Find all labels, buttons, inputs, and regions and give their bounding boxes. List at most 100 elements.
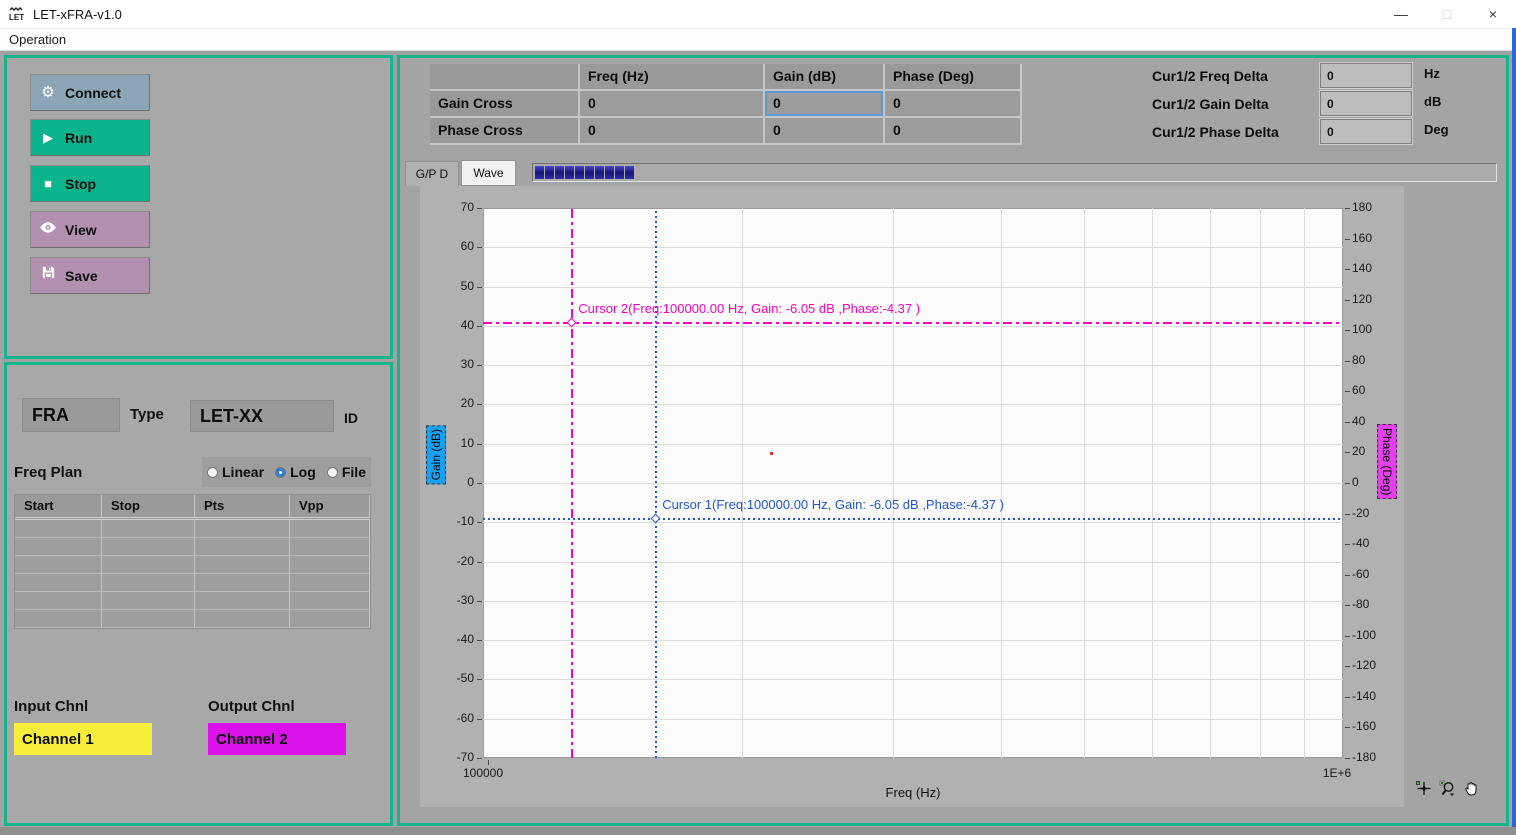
phase-delta-field[interactable]: 0 bbox=[1320, 119, 1412, 144]
freq-plan-cell[interactable] bbox=[290, 556, 370, 574]
freq-plan-cell[interactable] bbox=[102, 520, 195, 538]
cross-col-phase: Phase (Deg) bbox=[885, 64, 1022, 91]
input-channel-label: Input Chnl bbox=[14, 698, 88, 715]
radio-file[interactable]: File bbox=[327, 464, 366, 480]
zoom-tool-icon[interactable] bbox=[1439, 780, 1456, 797]
gain-cross-row: Gain Cross 0 0 0 bbox=[430, 91, 1022, 118]
freq-plan-cell[interactable] bbox=[15, 556, 102, 574]
freq-delta-field[interactable]: 0 bbox=[1320, 63, 1412, 88]
phase-cross-gain[interactable]: 0 bbox=[765, 118, 885, 145]
cross-table-header: Freq (Hz) Gain (dB) Phase (Deg) bbox=[430, 64, 1022, 91]
radio-linear-label: Linear bbox=[222, 464, 264, 480]
crosshair-tool-icon[interactable] bbox=[1415, 780, 1432, 797]
play-icon: ▶ bbox=[31, 119, 65, 156]
radio-file-label: File bbox=[342, 464, 366, 480]
app-icon: LET bbox=[8, 5, 26, 23]
freq-plan-cell[interactable] bbox=[290, 538, 370, 556]
freq-plan-cell[interactable] bbox=[290, 574, 370, 592]
device-id-label: ID bbox=[344, 410, 358, 426]
output-channel-select[interactable]: Channel 2 bbox=[208, 723, 346, 755]
freq-plan-cell[interactable] bbox=[195, 610, 290, 628]
phase-axis-label: Phase (Deg) bbox=[1377, 424, 1397, 499]
freq-plan-table: Start Stop Pts Vpp bbox=[14, 494, 371, 629]
window-edge-accent bbox=[1512, 28, 1516, 835]
radio-linear[interactable]: Linear bbox=[207, 464, 264, 480]
view-button[interactable]: View bbox=[30, 211, 150, 248]
radio-log[interactable]: Log bbox=[275, 464, 316, 480]
menu-item-operation[interactable]: Operation bbox=[9, 32, 66, 47]
stop-button-label: Stop bbox=[65, 176, 96, 192]
radio-file-dot bbox=[327, 467, 338, 478]
phase-cross-phase[interactable]: 0 bbox=[885, 118, 1022, 145]
gain-delta-field[interactable]: 0 bbox=[1320, 91, 1412, 116]
freq-plan-cell[interactable] bbox=[102, 592, 195, 610]
freq-plan-cell[interactable] bbox=[102, 556, 195, 574]
tab-gpd[interactable]: G/P D bbox=[405, 161, 459, 186]
gain-cross-label: Gain Cross bbox=[430, 91, 580, 118]
gain-delta-unit: dB bbox=[1424, 94, 1441, 109]
progress-segment bbox=[615, 166, 624, 179]
gain-delta-label: Cur1/2 Gain Delta bbox=[1152, 96, 1269, 112]
cross-col-gain: Gain (dB) bbox=[765, 64, 885, 91]
device-id-field[interactable]: LET-XX bbox=[190, 400, 334, 432]
title-bar: LET LET-xFRA-v1.0 — □ × bbox=[0, 0, 1516, 28]
close-button[interactable]: × bbox=[1470, 0, 1516, 28]
freq-plan-cell[interactable] bbox=[15, 538, 102, 556]
radio-linear-dot bbox=[207, 467, 218, 478]
freq-plan-row bbox=[15, 574, 370, 592]
plot-area bbox=[483, 208, 1343, 758]
phase-cross-freq[interactable]: 0 bbox=[580, 118, 765, 145]
stop-button[interactable]: ■ Stop bbox=[30, 165, 150, 202]
gain-cross-phase[interactable]: 0 bbox=[885, 91, 1022, 118]
minimize-button[interactable]: — bbox=[1378, 0, 1424, 28]
connect-button[interactable]: ⚙ Connect bbox=[30, 74, 150, 111]
connect-button-label: Connect bbox=[65, 85, 121, 101]
floppy-icon bbox=[31, 257, 65, 294]
run-button[interactable]: ▶ Run bbox=[30, 119, 150, 156]
freq-plan-cell[interactable] bbox=[195, 556, 290, 574]
stop-icon: ■ bbox=[31, 165, 65, 202]
freq-plan-cell[interactable] bbox=[195, 574, 290, 592]
freq-plan-cell[interactable] bbox=[102, 574, 195, 592]
view-button-label: View bbox=[65, 222, 97, 238]
progress-segment bbox=[555, 166, 564, 179]
freq-plan-cell[interactable] bbox=[195, 520, 290, 538]
input-channel-select[interactable]: Channel 1 bbox=[14, 723, 152, 755]
freq-plan-cell[interactable] bbox=[15, 592, 102, 610]
freq-plan-col-vpp: Vpp bbox=[290, 495, 370, 517]
freq-plan-row bbox=[15, 556, 370, 574]
cross-col-blank bbox=[430, 64, 580, 91]
phase-cross-row: Phase Cross 0 0 0 bbox=[430, 118, 1022, 145]
freq-plan-cell[interactable] bbox=[15, 574, 102, 592]
progress-segment bbox=[625, 166, 634, 179]
save-button[interactable]: Save bbox=[30, 257, 150, 294]
freq-plan-row bbox=[15, 538, 370, 556]
freq-plan-cell[interactable] bbox=[15, 610, 102, 628]
progress-bar bbox=[532, 163, 1497, 182]
freq-plan-col-pts: Pts bbox=[195, 495, 290, 517]
device-type-label: Type bbox=[130, 406, 164, 423]
freq-plan-col-stop: Stop bbox=[102, 495, 195, 517]
gain-cross-freq[interactable]: 0 bbox=[580, 91, 765, 118]
freq-plan-col-start: Start bbox=[15, 495, 102, 517]
freq-plan-cell[interactable] bbox=[102, 538, 195, 556]
freq-plan-mode-group: Linear Log File bbox=[202, 457, 371, 487]
freq-plan-cell[interactable] bbox=[15, 520, 102, 538]
freq-delta-unit: Hz bbox=[1424, 66, 1440, 81]
freq-plan-cell[interactable] bbox=[195, 538, 290, 556]
progress-segment bbox=[545, 166, 554, 179]
window-title: LET-xFRA-v1.0 bbox=[33, 7, 122, 22]
phase-cross-label: Phase Cross bbox=[430, 118, 580, 145]
freq-plan-cell[interactable] bbox=[195, 592, 290, 610]
freq-plan-cell[interactable] bbox=[290, 610, 370, 628]
device-type-field[interactable]: FRA bbox=[22, 398, 120, 432]
run-button-label: Run bbox=[65, 130, 92, 146]
freq-plan-cell[interactable] bbox=[102, 610, 195, 628]
svg-text:LET: LET bbox=[9, 13, 24, 22]
freq-plan-cell[interactable] bbox=[290, 520, 370, 538]
pan-tool-icon[interactable] bbox=[1463, 780, 1480, 797]
maximize-button[interactable]: □ bbox=[1424, 0, 1470, 28]
gain-cross-gain[interactable]: 0 bbox=[765, 91, 885, 118]
tab-wave[interactable]: Wave bbox=[461, 160, 516, 186]
freq-plan-cell[interactable] bbox=[290, 592, 370, 610]
